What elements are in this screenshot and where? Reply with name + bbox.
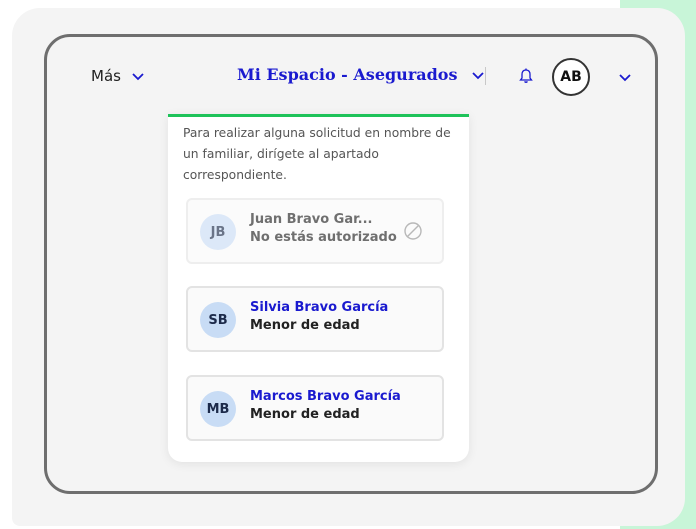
member-status: Menor de edad xyxy=(250,318,360,333)
member-name: Silvia Bravo García xyxy=(250,300,389,315)
member-card-marcos[interactable]: MB Marcos Bravo García Menor de edad xyxy=(186,375,444,441)
member-status: Menor de edad xyxy=(250,407,360,422)
avatar-initials: AB xyxy=(560,69,582,85)
member-status: No estás autorizado xyxy=(250,230,397,245)
nav-divider xyxy=(485,67,486,85)
chevron-down-icon xyxy=(132,73,144,81)
chevron-down-icon xyxy=(472,71,485,79)
space-selector[interactable]: Mi Espacio - Asegurados xyxy=(237,65,485,84)
member-initials-avatar: MB xyxy=(200,391,236,427)
mas-label: Más xyxy=(91,67,121,85)
info-text: Para realizar alguna solicitud en nombre… xyxy=(183,126,451,182)
family-members-dropdown: Para realizar alguna solicitud en nombre… xyxy=(168,114,469,462)
space-label: Mi Espacio - Asegurados xyxy=(237,65,458,84)
member-card-juan: JB Juan Bravo Gar... No estás autorizado xyxy=(186,198,444,264)
user-avatar[interactable]: AB xyxy=(552,58,590,96)
bell-icon[interactable] xyxy=(517,67,535,85)
top-navigation-bar: Más Mi Espacio - Asegurados AB xyxy=(47,37,655,117)
panel-accent-line xyxy=(168,114,469,117)
member-initials-avatar: JB xyxy=(200,214,236,250)
member-card-silvia[interactable]: SB Silvia Bravo García Menor de edad xyxy=(186,286,444,352)
mas-menu-button[interactable]: Más xyxy=(91,67,145,85)
member-name: Juan Bravo Gar... xyxy=(250,212,373,227)
chevron-down-icon[interactable] xyxy=(618,70,632,84)
member-name: Marcos Bravo García xyxy=(250,389,401,404)
member-initials-avatar: SB xyxy=(200,302,236,338)
ban-icon xyxy=(404,222,422,240)
